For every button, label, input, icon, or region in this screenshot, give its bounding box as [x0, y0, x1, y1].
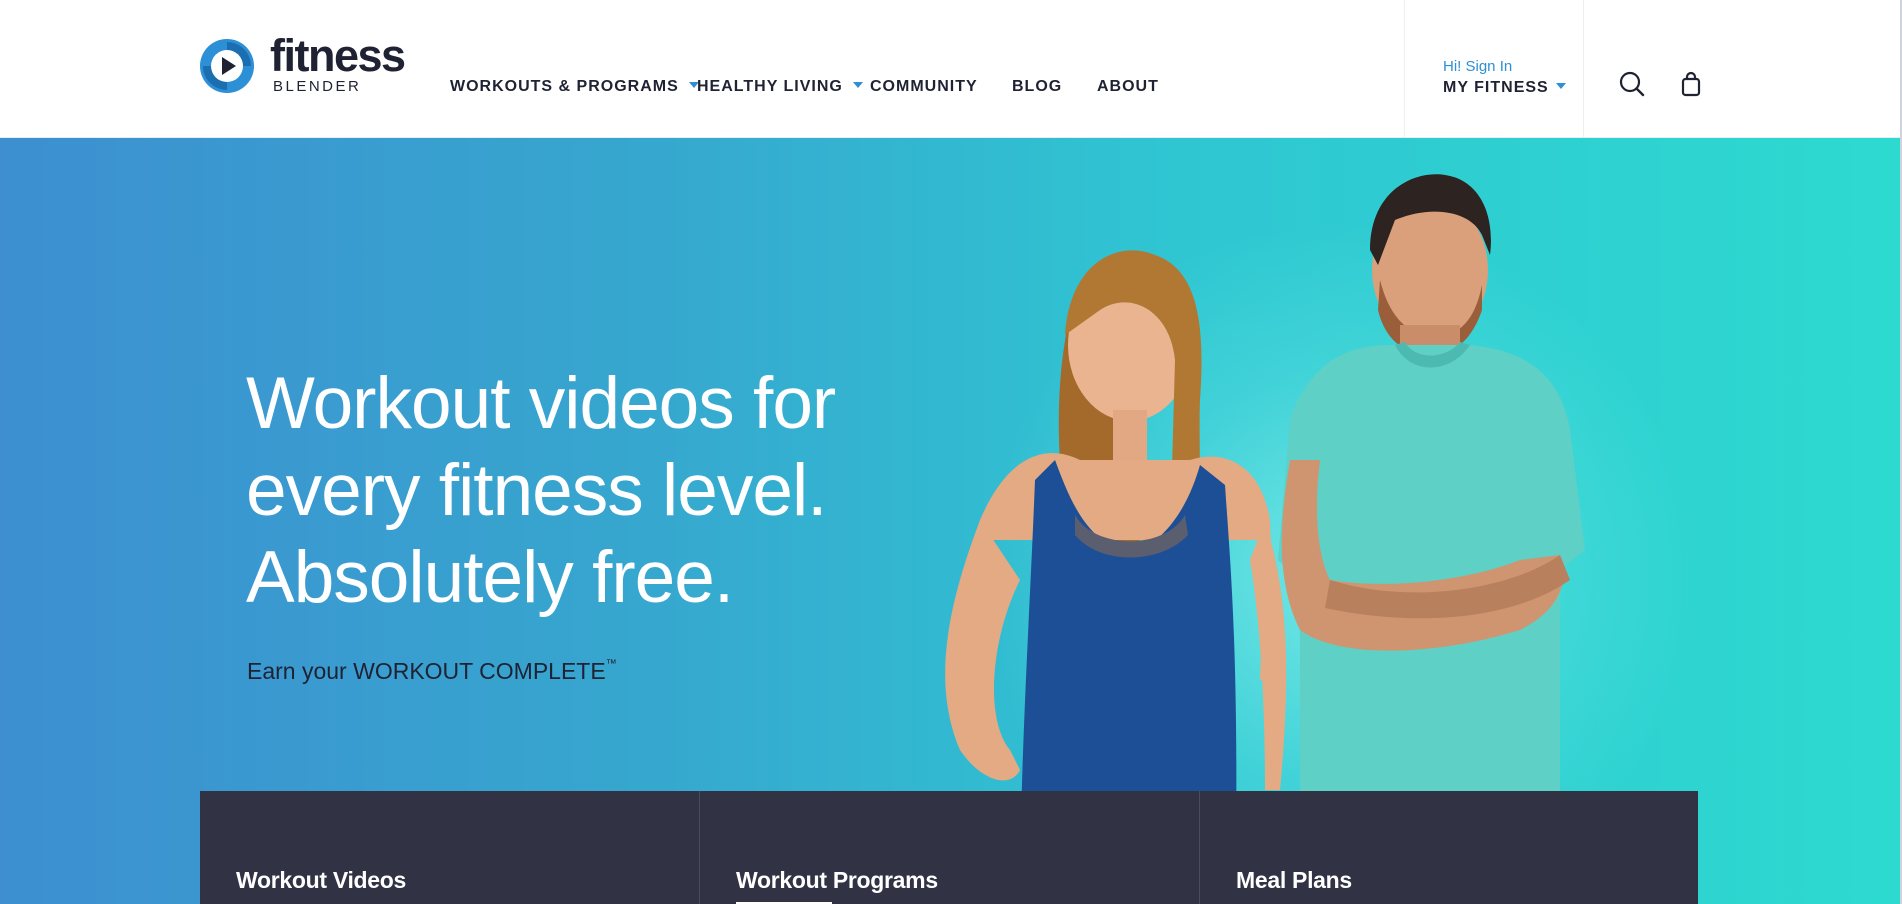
- logo-mark-icon: [200, 39, 254, 93]
- card-label: Meal Plans: [1236, 867, 1352, 893]
- my-fitness-label: MY FITNESS: [1443, 79, 1549, 96]
- card-label: Workout Videos: [236, 867, 407, 893]
- trademark-mark: ™: [605, 658, 617, 670]
- my-fitness-menu[interactable]: MY FITNESS: [1443, 79, 1566, 97]
- card-workout-programs[interactable]: Workout Programs: [699, 791, 1199, 904]
- nav-workouts-programs[interactable]: WORKOUTS & PROGRAMS: [450, 78, 699, 98]
- nav-community[interactable]: COMMUNITY: [870, 78, 978, 98]
- logo-wordmark: fitness: [270, 30, 406, 81]
- nav-label: WORKOUTS & PROGRAMS: [450, 78, 679, 95]
- nav-healthy-living[interactable]: HEALTHY LIVING: [697, 78, 863, 98]
- shopping-bag-icon[interactable]: [1677, 70, 1705, 98]
- sign-in-link[interactable]: Hi! Sign In: [1443, 58, 1512, 75]
- fitness-blender-logo[interactable]: fitness BLENDER: [199, 32, 406, 98]
- feature-cards: Workout Videos Workout Programs Meal Pla…: [200, 791, 1698, 904]
- nav-blog[interactable]: BLOG: [1012, 78, 1062, 98]
- search-icon[interactable]: [1618, 70, 1646, 98]
- nav-label: BLOG: [1012, 78, 1063, 95]
- hero-title-line: Absolutely free.: [246, 537, 734, 618]
- account-menu[interactable]: Hi! Sign In MY FITNESS: [1404, 0, 1584, 137]
- nav-about[interactable]: ABOUT: [1097, 78, 1159, 98]
- logo-subtitle: BLENDER: [273, 78, 362, 95]
- hero-title: Workout videos for every fitness level. …: [246, 360, 946, 621]
- card-meal-plans[interactable]: Meal Plans: [1199, 791, 1699, 904]
- hero-title-line: every fitness level.: [246, 450, 827, 531]
- nav-label: COMMUNITY: [870, 78, 978, 95]
- card-workout-videos[interactable]: Workout Videos: [200, 791, 699, 904]
- hero-title-line: Workout videos for: [246, 363, 836, 444]
- chevron-down-icon: [1555, 83, 1566, 89]
- hero-subtitle: Earn your WORKOUT COMPLETE™: [247, 658, 617, 685]
- nav-label: ABOUT: [1097, 78, 1159, 95]
- nav-label: HEALTHY LIVING: [697, 78, 843, 95]
- site-header: fitness BLENDER WORKOUTS & PROGRAMS HEAL…: [0, 0, 1900, 138]
- hero-banner: Workout videos for every fitness level. …: [0, 138, 1900, 904]
- chevron-down-icon: [852, 82, 863, 88]
- card-label: Workout Programs: [736, 867, 938, 893]
- hero-subtitle-text: Earn your WORKOUT COMPLETE: [247, 658, 606, 684]
